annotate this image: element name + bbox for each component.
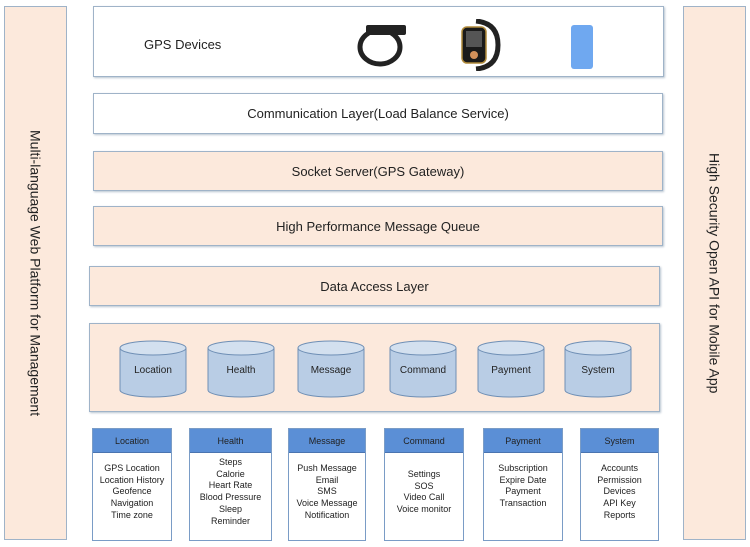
gps-devices-label: GPS Devices (144, 37, 222, 52)
module-feature-item: API Key (603, 498, 636, 509)
smartwatch-icon (461, 19, 501, 71)
module-feature-item: Navigation (110, 498, 154, 509)
gps-devices-box: GPS Devices (93, 6, 664, 77)
gps-tracker-icon (571, 25, 593, 69)
module-feature-item: Calorie (216, 468, 245, 479)
module-card-header: Health (190, 429, 271, 453)
wristband-icon (357, 25, 406, 67)
module-card-message: Message Push Message Email SMS Voice Message… (288, 428, 366, 541)
module-feature-item: Reminder (210, 515, 250, 526)
database-label: Location (134, 365, 172, 376)
module-feature-item: Voice monitor (396, 504, 452, 515)
communication-layer-label: Communication Layer(Load Balance Service… (247, 106, 509, 121)
module-card-header: Location (93, 429, 171, 453)
module-card-system: System Accounts Permission Devices API Key Re… (580, 428, 659, 541)
web-platform-label: Multi-language Web Platform for Manageme… (27, 129, 44, 417)
module-card-header: System (581, 429, 658, 453)
module-feature-list: Push Message Email SMS Voice Message Notific… (289, 453, 365, 522)
database-cylinder-system: System (564, 340, 632, 398)
database-label: Command (399, 365, 447, 376)
module-feature-list: Accounts Permission Devices API Key Reports (581, 453, 658, 522)
database-cylinder-command: Command (389, 340, 457, 398)
module-feature-item: GPS Location (104, 463, 160, 473)
module-feature-item: Payment (505, 486, 541, 497)
module-card-location: Location GPS Location Location History Geof… (92, 428, 172, 541)
module-feature-item: Geofence (112, 486, 152, 497)
module-feature-item: Devices (603, 486, 636, 497)
socket-server-layer: Socket Server(GPS Gateway) (93, 151, 663, 191)
module-card-header: Message (289, 429, 365, 453)
module-feature-item: Heart Rate (208, 480, 253, 491)
module-card-header: Command (385, 429, 463, 453)
module-card-health: Health Steps Calorie Heart Rate Blood Pressu… (189, 428, 272, 541)
module-feature-item: Steps (218, 457, 242, 467)
database-cylinder-payment: Payment (477, 340, 545, 398)
module-feature-item: Reports (603, 509, 636, 520)
message-queue-label: High Performance Message Queue (276, 218, 480, 234)
module-feature-item: Notification (304, 509, 350, 520)
module-feature-list: Settings SOS Video Call Voice monitor (385, 453, 463, 516)
module-feature-item: Settings (407, 469, 441, 479)
socket-server-label: Socket Server(GPS Gateway) (291, 163, 465, 179)
communication-layer: Communication Layer(Load Balance Service… (93, 93, 663, 134)
module-feature-item: Push Message (297, 463, 357, 473)
module-feature-list: Subscription Expire Date Payment Transactio… (484, 453, 562, 510)
module-feature-item: Permission (597, 474, 642, 485)
module-card-payment: Payment Subscription Expire Date Payment Tra… (483, 428, 563, 541)
module-feature-item: SMS (317, 486, 337, 497)
database-label: System (581, 365, 615, 376)
message-queue-layer: High Performance Message Queue (93, 206, 663, 246)
module-card-command: Command Settings SOS Video Call Voice monito… (384, 428, 464, 541)
database-label: Message (310, 365, 352, 376)
module-feature-item: Subscription (498, 463, 548, 473)
module-feature-item: Voice Message (296, 498, 358, 509)
module-feature-item: Video Call (403, 492, 445, 503)
web-platform-panel: Multi-language Web Platform for Manageme… (4, 6, 67, 540)
module-feature-item: Blood Pressure (199, 492, 262, 503)
database-cylinder-location: Location (119, 340, 187, 398)
module-feature-item: Time zone (111, 509, 153, 520)
open-api-label: High Security Open API for Mobile App (706, 152, 723, 394)
open-api-panel: High Security Open API for Mobile App (683, 6, 746, 540)
database-label: Health (226, 365, 256, 376)
module-feature-list: GPS Location Location History Geofence Navi… (93, 453, 171, 522)
database-cylinder-health: Health (207, 340, 275, 398)
module-feature-item: Transaction (499, 498, 547, 509)
database-label: Payment (491, 365, 531, 376)
module-feature-item: Accounts (600, 463, 639, 473)
module-feature-item: Expire Date (499, 474, 547, 485)
module-feature-list: Steps Calorie Heart Rate Blood Pressure Slee… (190, 453, 271, 527)
module-feature-item: Location History (99, 474, 165, 485)
module-feature-item: Email (315, 474, 339, 485)
module-feature-item: SOS (414, 480, 434, 491)
data-access-label: Data Access Layer (320, 278, 429, 294)
data-access-layer: Data Access Layer (89, 266, 660, 306)
database-cylinder-message: Message (297, 340, 365, 398)
module-feature-item: Sleep (218, 503, 243, 514)
module-card-header: Payment (484, 429, 562, 453)
